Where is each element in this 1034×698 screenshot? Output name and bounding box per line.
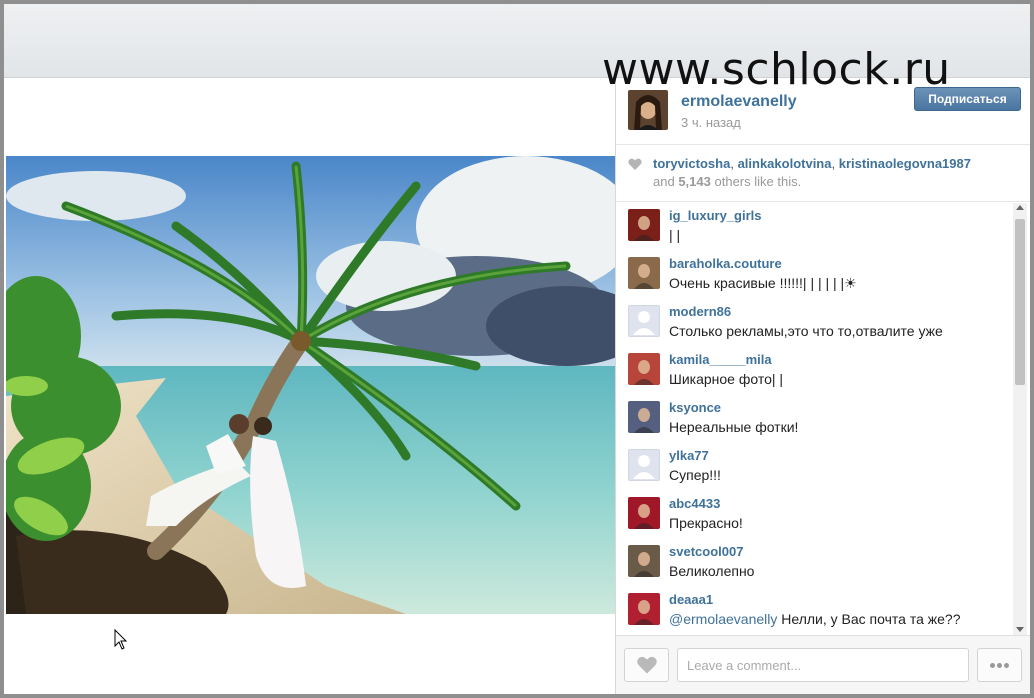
comment-text-body: Нелли, у Вас почта та же??	[777, 611, 961, 627]
scroll-thumb[interactable]	[1015, 219, 1025, 385]
commenter-avatar[interactable]	[628, 449, 660, 481]
comment-text: @ermolaevanelly Нелли, у Вас почта та же…	[669, 611, 960, 627]
commenter-username[interactable]: ig_luxury_girls	[669, 208, 761, 223]
comment-text: Супер!!!	[669, 467, 721, 483]
photo-pane	[4, 79, 615, 694]
comment-item: baraholka.couture Очень красивые !!!!!!| …	[616, 251, 1016, 299]
scroll-down-arrow-icon[interactable]	[1016, 627, 1024, 632]
likes-summary: toryvictosha, alinkakolotvina, kristinao…	[616, 146, 1030, 202]
liker-link[interactable]: toryvictosha	[653, 156, 730, 171]
heart-icon	[637, 656, 657, 674]
comment-mention[interactable]: @ermolaevanelly	[669, 611, 777, 627]
commenter-avatar[interactable]	[628, 593, 660, 625]
comment-item: abc4433 Прекрасно!	[616, 491, 1016, 539]
commenter-username[interactable]: ylka77	[669, 448, 709, 463]
liker-separator: ,	[831, 156, 836, 171]
liker-link[interactable]: alinkakolotvina	[738, 156, 832, 171]
beach-palm-photo	[6, 156, 615, 614]
comment-text: Великолепно	[669, 563, 755, 579]
commenter-username[interactable]: modern86	[669, 304, 731, 319]
comment-text: | |	[669, 227, 681, 243]
likes-others-text: others like this.	[714, 174, 802, 189]
like-button[interactable]	[624, 648, 669, 682]
comment-text: Столько рекламы,это что то,отвалите уже	[669, 323, 943, 339]
comment-item: deaaa1 @ermolaevanelly Нелли, у Вас почта…	[616, 587, 1016, 635]
post-timestamp: 3 ч. назад	[681, 115, 741, 130]
comment-text: Шикарное фото| |	[669, 371, 784, 387]
more-options-button[interactable]	[977, 648, 1022, 682]
commenter-avatar[interactable]	[628, 401, 660, 433]
comments-scrollbar[interactable]	[1013, 203, 1027, 635]
comment-text: Очень красивые !!!!!!| | | | | |☀	[669, 275, 857, 291]
watermark: www.schlock.ru	[602, 44, 951, 95]
scroll-up-arrow-icon[interactable]	[1016, 205, 1024, 210]
likes-and-text: and	[653, 174, 675, 189]
likes-users: toryvictosha, alinkakolotvina, kristinao…	[653, 156, 971, 171]
commenter-username[interactable]: abc4433	[669, 496, 720, 511]
heart-icon	[628, 158, 642, 170]
comment-item: ylka77 Супер!!!	[616, 443, 1016, 491]
owner-avatar[interactable]	[628, 90, 668, 130]
comment-item: kamila_____mila Шикарное фото| |	[616, 347, 1016, 395]
commenter-avatar[interactable]	[628, 209, 660, 241]
commenter-avatar[interactable]	[628, 497, 660, 529]
post-owner-username[interactable]: ermolaevanelly	[681, 93, 797, 111]
commenter-username[interactable]: deaaa1	[669, 592, 713, 607]
commenter-username[interactable]: kamila_____mila	[669, 352, 772, 367]
ellipsis-icon	[989, 655, 1010, 672]
comment-item: ksyonce Нереальные фотки!	[616, 395, 1016, 443]
comment-footer	[616, 635, 1030, 694]
likes-count-line: and 5,143 others like this.	[653, 174, 801, 189]
comment-item: modern86 Столько рекламы,это что то,отвал…	[616, 299, 1016, 347]
likes-count[interactable]: 5,143	[678, 174, 711, 189]
commenter-avatar[interactable]	[628, 305, 660, 337]
comment-input[interactable]	[677, 648, 969, 682]
commenter-username[interactable]: svetcool007	[669, 544, 743, 559]
owner-avatar-image	[628, 90, 668, 130]
commenter-username[interactable]: baraholka.couture	[669, 256, 782, 271]
commenter-avatar[interactable]	[628, 257, 660, 289]
liker-separator: ,	[730, 156, 734, 171]
post-sidebar: ermolaevanelly 3 ч. назад Подписаться to…	[615, 79, 1030, 694]
commenter-avatar[interactable]	[628, 545, 660, 577]
comment-item: ig_luxury_girls | |	[616, 203, 1016, 251]
comment-text: Нереальные фотки!	[669, 419, 799, 435]
commenter-avatar[interactable]	[628, 353, 660, 385]
commenter-username[interactable]: ksyonce	[669, 400, 721, 415]
comment-text: Прекрасно!	[669, 515, 743, 531]
mouse-pointer-icon	[114, 629, 128, 650]
liker-link[interactable]: kristinaolegovna1987	[839, 156, 971, 171]
comment-item: svetcool007 Великолепно	[616, 539, 1016, 587]
comments-list: ig_luxury_girls | | baraholka.couture Очень…	[616, 203, 1016, 635]
post-photo[interactable]	[6, 156, 615, 614]
